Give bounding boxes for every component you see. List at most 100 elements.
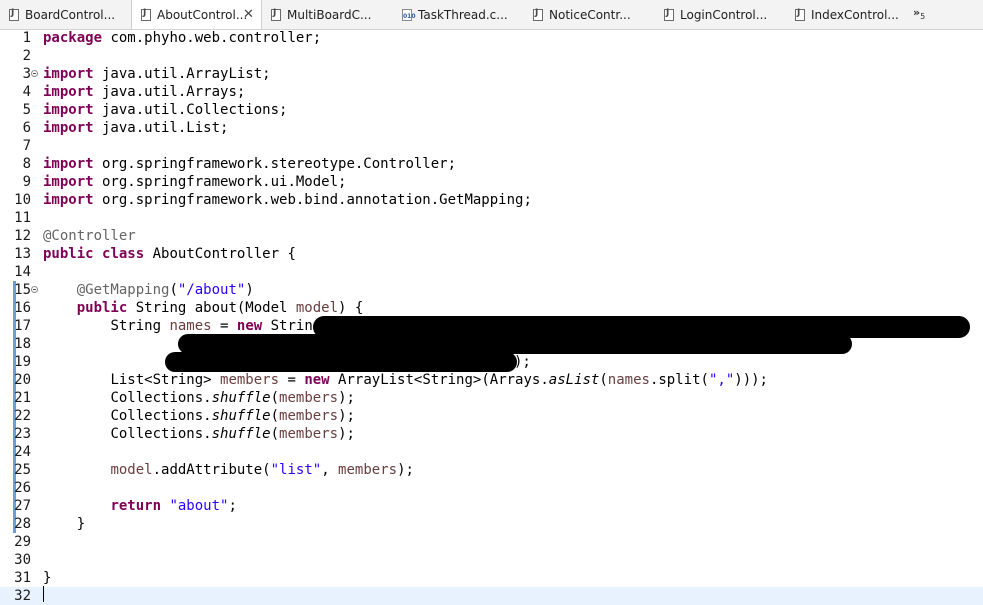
- line-number: 15: [14, 282, 31, 298]
- code-line: 29: [0, 533, 983, 551]
- line-number: 20: [14, 372, 31, 388]
- tab-about-controller[interactable]: AboutControl... ✕: [131, 0, 262, 29]
- code-line: 11: [0, 209, 983, 227]
- code-text: AboutController {: [144, 246, 296, 262]
- class-file-icon: [402, 9, 416, 21]
- code-text: =: [279, 372, 305, 388]
- code-text: );: [338, 408, 355, 424]
- code-text: java.util.List;: [93, 120, 229, 136]
- line-number: 26: [14, 480, 31, 496]
- code-editor[interactable]: 1 package com.phyho.web.controller; 2 3 …: [0, 29, 983, 605]
- code-text: Collections.: [110, 390, 212, 406]
- tab-task-thread[interactable]: TaskThread.c...: [393, 0, 524, 29]
- tab-label: MultiBoardC...: [287, 8, 372, 22]
- local-variable: members: [279, 390, 339, 406]
- keyword: new: [236, 318, 263, 334]
- code-line: 10 import org.springframework.web.bind.a…: [0, 191, 983, 209]
- line-number: 2: [22, 48, 31, 64]
- overflow-count: 5: [920, 12, 926, 22]
- line-number: 9: [22, 174, 31, 190]
- code-line: 8 import org.springframework.stereotype.…: [0, 155, 983, 173]
- line-number: 13: [14, 246, 31, 262]
- parameter: model: [110, 462, 153, 478]
- code-line: 1 package com.phyho.web.controller;: [0, 29, 983, 47]
- code-line: 15 @GetMapping("/about"): [0, 281, 983, 299]
- keyword: new: [304, 372, 330, 388]
- annotation: @Controller: [43, 228, 136, 244]
- line-number: 14: [14, 264, 31, 280]
- redaction-mark: [178, 334, 852, 354]
- code-text: String: [110, 318, 170, 334]
- code-text: )));: [734, 372, 768, 388]
- code-text: org.springframework.web.bind.annotation.…: [93, 192, 532, 208]
- line-number: 5: [22, 102, 31, 118]
- line-number: 1: [22, 30, 31, 46]
- code-text: ) {: [338, 300, 364, 316]
- code-line: 21 Collections.shuffle(members);: [0, 389, 983, 407]
- code-line: 16 public String about(Model model) {: [0, 299, 983, 317]
- local-variable: members: [279, 408, 339, 424]
- keyword: import: [43, 156, 94, 172]
- tab-overflow-button[interactable]: »5: [913, 6, 925, 21]
- tab-notice-controller[interactable]: NoticeContr...: [524, 0, 655, 29]
- line-number: 24: [14, 444, 31, 460]
- code-text: ;: [228, 498, 237, 514]
- fold-collapse-icon[interactable]: [31, 70, 38, 77]
- redaction-mark: [165, 352, 517, 372]
- code-line: 22 Collections.shuffle(members);: [0, 407, 983, 425]
- code-line: 2: [0, 47, 983, 65]
- code-text: (: [270, 426, 280, 442]
- code-line: 12 @Controller: [0, 227, 983, 245]
- close-icon[interactable]: ✕: [243, 7, 254, 22]
- line-number: 8: [22, 156, 31, 172]
- line-number: 29: [14, 534, 31, 550]
- line-number: 12: [14, 228, 31, 244]
- code-line: 24: [0, 443, 983, 461]
- code-text: ,: [321, 462, 339, 478]
- string-literal: "about": [169, 498, 229, 514]
- keyword: return: [110, 498, 162, 514]
- code-text: =: [211, 318, 237, 334]
- fold-collapse-icon[interactable]: [31, 286, 38, 293]
- keyword: import: [43, 66, 94, 82]
- code-line: 5 import java.util.Collections;: [0, 101, 983, 119]
- code-text: (: [169, 282, 178, 298]
- code-line: 28 }: [0, 515, 983, 533]
- java-file-icon: [271, 8, 281, 21]
- tab-label: BoardControl...: [25, 8, 116, 22]
- line-number: 10: [14, 192, 31, 208]
- local-variable: names: [607, 372, 650, 388]
- line-number: 25: [14, 462, 31, 478]
- java-file-icon: [795, 8, 805, 21]
- code-text: );: [338, 390, 355, 406]
- local-variable: members: [220, 372, 280, 388]
- string-literal: ",": [708, 372, 735, 388]
- code-line: 4 import java.util.Arrays;: [0, 83, 983, 101]
- line-number: 31: [14, 570, 31, 586]
- static-method: shuffle: [211, 390, 271, 406]
- line-number: 4: [22, 84, 31, 100]
- tab-board-controller[interactable]: BoardControl...: [0, 0, 131, 29]
- code-text: Collections.: [110, 426, 212, 442]
- keyword: package: [43, 30, 103, 46]
- tab-index-controller[interactable]: IndexControl...: [786, 0, 917, 29]
- line-number: 21: [14, 390, 31, 406]
- code-line: 14: [0, 263, 983, 281]
- parameter: model: [295, 300, 339, 316]
- keyword: class: [102, 246, 145, 262]
- code-text: (: [270, 408, 280, 424]
- line-number: 28: [14, 516, 31, 532]
- code-text: com.phyho.web.controller;: [102, 30, 322, 46]
- code-text: (: [270, 390, 280, 406]
- tab-login-controller[interactable]: LoginControl...: [655, 0, 786, 29]
- code-line-current: 32: [0, 587, 983, 605]
- line-number: 18: [14, 336, 31, 352]
- code-text: (: [599, 372, 608, 388]
- keyword: import: [43, 102, 94, 118]
- tab-multiboard-controller[interactable]: MultiBoardC...: [262, 0, 393, 29]
- keyword: import: [43, 120, 94, 136]
- line-number: 22: [14, 408, 31, 424]
- code-text: Collections.: [110, 408, 212, 424]
- keyword: public: [43, 246, 94, 262]
- code-line: 9 import org.springframework.ui.Model;: [0, 173, 983, 191]
